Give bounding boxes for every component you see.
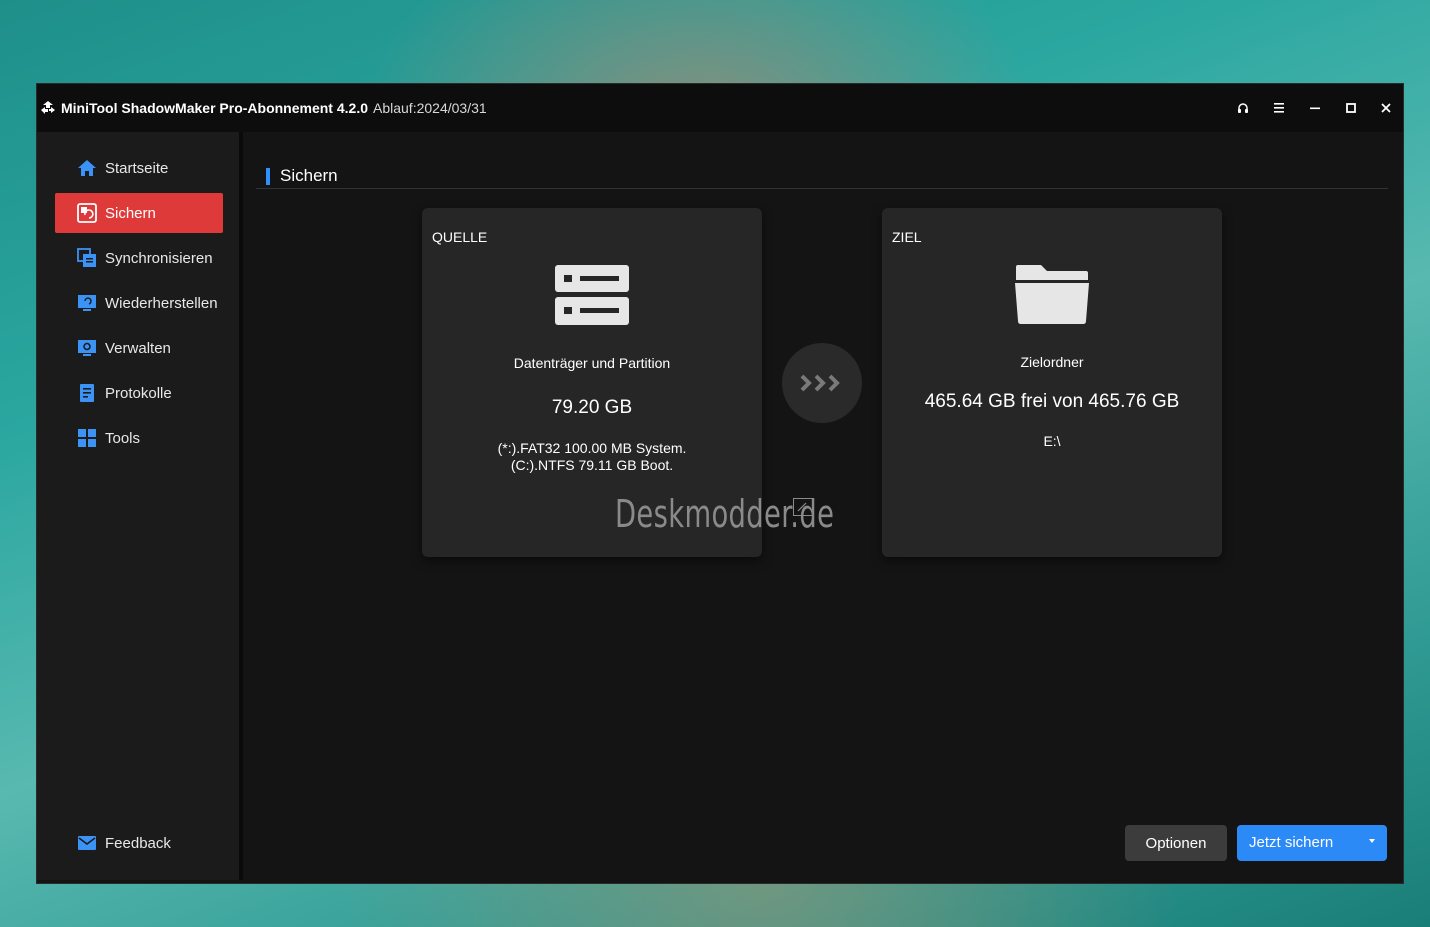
sidebar-item-wiederherstellen[interactable]: Wiederherstellen bbox=[55, 283, 223, 323]
source-title: Datenträger und Partition bbox=[513, 355, 671, 371]
feedback-label: Feedback bbox=[105, 834, 171, 852]
sidebar-item-label: Synchronisieren bbox=[105, 249, 213, 267]
title-bar[interactable]: MiniTool ShadowMaker Pro-Abonnement 4.2.… bbox=[37, 84, 1403, 132]
maximize-button[interactable] bbox=[1339, 96, 1363, 120]
section-accent-bar bbox=[266, 168, 270, 185]
backup-now-label: Jetzt sichern bbox=[1249, 834, 1334, 851]
backup-icon bbox=[77, 203, 97, 223]
direction-arrow bbox=[782, 343, 862, 423]
headset-icon bbox=[1238, 103, 1248, 113]
page-title: Sichern bbox=[280, 166, 338, 185]
source-partition-line-1: (*:).FAT32 100.00 MB System. bbox=[497, 440, 687, 456]
main-panel: Sichern QUELLE Datenträger und Partition… bbox=[243, 132, 1403, 880]
source-label: QUELLE bbox=[432, 229, 488, 245]
source-partition-line-2: (C:).NTFS 79.11 GB Boot. bbox=[510, 457, 674, 473]
maximize-icon bbox=[1346, 103, 1356, 113]
sidebar-item-sichern[interactable]: Sichern bbox=[55, 193, 223, 233]
caret-down-icon[interactable] bbox=[1369, 839, 1375, 843]
sidebar-item-protokolle[interactable]: Protokolle bbox=[55, 373, 223, 413]
hamburger-menu-icon bbox=[1274, 103, 1284, 113]
destination-path: E:\ bbox=[1043, 433, 1061, 449]
sidebar-item-synchronisieren[interactable]: Synchronisieren bbox=[55, 238, 223, 278]
source-size: 79.20 GB bbox=[551, 397, 633, 418]
window-title: MiniTool ShadowMaker Pro-Abonnement 4.2.… bbox=[61, 100, 368, 116]
restore-icon bbox=[77, 293, 97, 313]
sidebar-item-label: Protokolle bbox=[105, 384, 172, 402]
sync-icon bbox=[77, 248, 97, 268]
sidebar-item-verwalten[interactable]: Verwalten bbox=[55, 328, 223, 368]
destination-free-space: 465.64 GB frei von 465.76 GB bbox=[924, 391, 1180, 412]
feedback-button[interactable]: Feedback bbox=[55, 823, 223, 863]
home-icon bbox=[77, 158, 97, 178]
options-button[interactable]: Optionen bbox=[1125, 825, 1227, 861]
app-window: MiniTool ShadowMaker Pro-Abonnement 4.2.… bbox=[37, 84, 1403, 883]
logs-icon bbox=[77, 383, 97, 403]
destination-label: ZIEL bbox=[892, 229, 922, 245]
close-icon bbox=[1381, 103, 1391, 113]
watermark-edit-icon bbox=[793, 498, 813, 516]
menu-button[interactable] bbox=[1267, 96, 1291, 120]
sidebar-item-label: Tools bbox=[105, 429, 141, 447]
sidebar-item-label: Sichern bbox=[105, 204, 156, 222]
minimize-icon bbox=[1310, 107, 1320, 110]
folder-icon bbox=[1015, 265, 1089, 324]
triple-chevron-right-icon bbox=[800, 374, 840, 392]
sidebar-item-label: Wiederherstellen bbox=[105, 294, 218, 312]
sidebar-item-label: Verwalten bbox=[105, 339, 171, 357]
sidebar-item-tools[interactable]: Tools bbox=[55, 418, 223, 458]
backup-now-button[interactable]: Jetzt sichern bbox=[1237, 825, 1387, 861]
sidebar: Startseite Sichern Synchronisieren Wiede… bbox=[37, 132, 239, 880]
destination-card[interactable]: ZIEL Zielordner 465.64 GB frei von 465.7… bbox=[882, 208, 1222, 557]
tools-icon bbox=[77, 428, 97, 448]
close-button[interactable] bbox=[1374, 96, 1398, 120]
minimize-button[interactable] bbox=[1303, 96, 1327, 120]
disk-partition-icon bbox=[555, 265, 629, 325]
mail-icon bbox=[77, 833, 97, 853]
app-logo-icon bbox=[41, 101, 55, 114]
sidebar-item-startseite[interactable]: Startseite bbox=[55, 148, 223, 188]
subscription-expiry: Ablauf:2024/03/31 bbox=[373, 100, 487, 116]
support-headset-button[interactable] bbox=[1231, 96, 1255, 120]
manage-icon bbox=[77, 338, 97, 358]
section-divider bbox=[256, 188, 1388, 189]
sidebar-item-label: Startseite bbox=[105, 159, 169, 177]
destination-title: Zielordner bbox=[1020, 354, 1084, 370]
